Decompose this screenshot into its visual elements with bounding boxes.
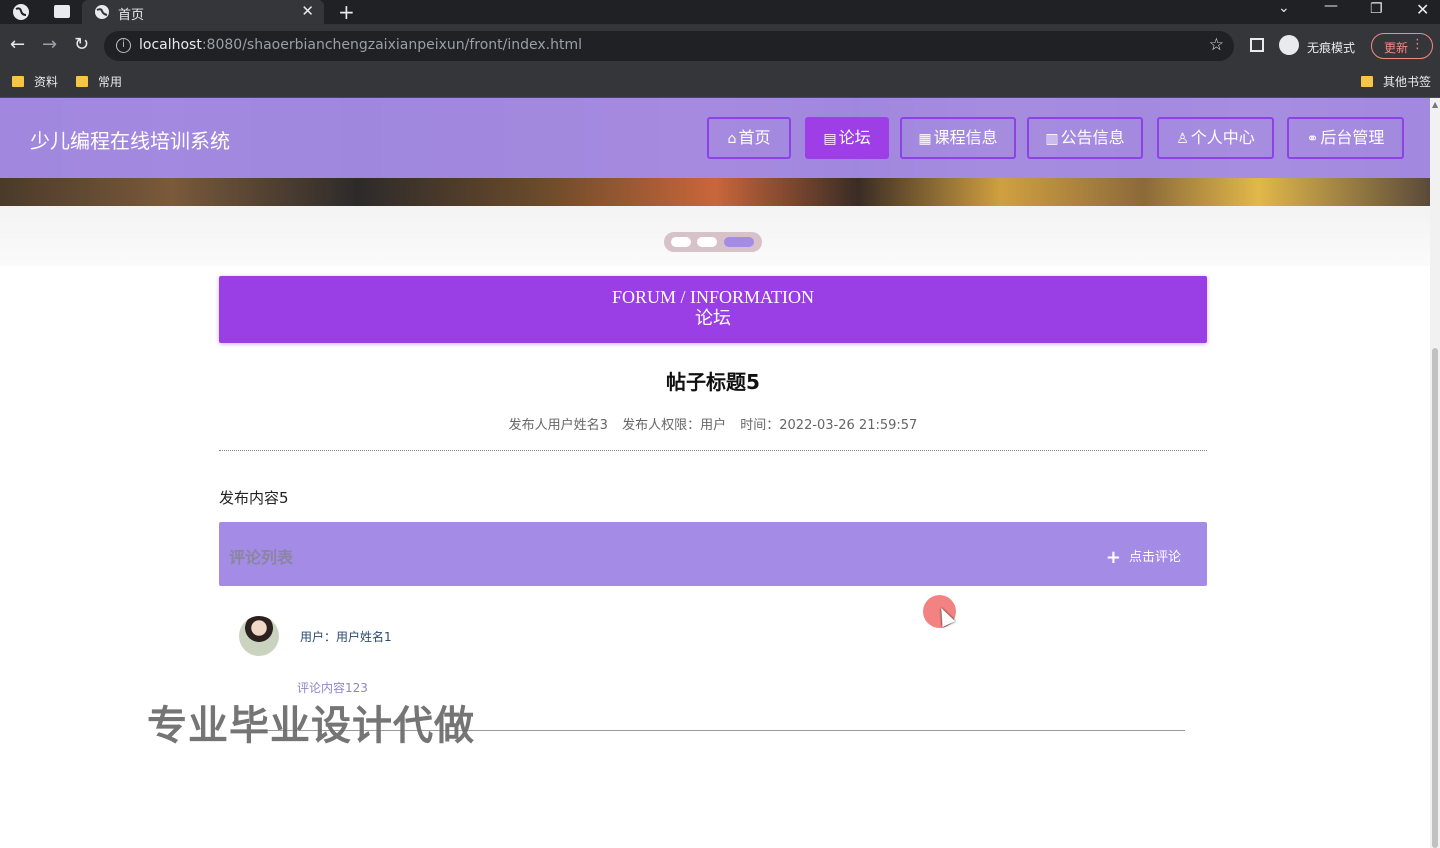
carousel-dot-1[interactable] xyxy=(671,237,691,247)
post-content: 发布内容5 xyxy=(219,489,289,507)
url-text[interactable]: localhost:8080/shaoerbianchengzaixianpei… xyxy=(139,37,582,53)
nav-forum[interactable]: ▤ 论坛 xyxy=(805,117,889,159)
post-meta: 发布人用户姓名3 发布人权限：用户 时间：2022-03-26 21:59:57 xyxy=(219,414,1207,433)
scroll-up-icon: ▲ xyxy=(1432,100,1439,109)
post-role: 发布人权限：用户 xyxy=(622,418,727,433)
minimize-icon[interactable]: — xyxy=(1324,0,1338,14)
scrollbar-thumb[interactable] xyxy=(1432,348,1438,848)
bookmarks-bar: 资料 常用 其他书签 xyxy=(0,66,1440,98)
reload-icon[interactable]: ↻ xyxy=(74,34,89,55)
carousel-dot-3[interactable] xyxy=(724,237,754,247)
other-bookmarks[interactable]: 其他书签 xyxy=(1361,73,1431,90)
post-time: 时间：2022-03-26 21:59:57 xyxy=(740,418,918,433)
tab-title: 首页 xyxy=(118,8,145,23)
incognito-icon[interactable] xyxy=(1279,35,1299,55)
tab-search-icon[interactable] xyxy=(54,5,70,18)
divider xyxy=(219,450,1207,451)
avatar xyxy=(239,616,279,656)
nav-home[interactable]: ⌂ 首页 xyxy=(707,117,791,159)
browser-tab-home[interactable]: 首页 ✕ xyxy=(82,0,324,24)
folder-icon xyxy=(1361,76,1373,87)
comment-list-title: 评论列表 xyxy=(229,548,294,567)
bookmark-folder-1[interactable]: 资料 xyxy=(12,73,58,90)
tab-list-chevron-icon[interactable]: ⌄ xyxy=(1278,0,1290,16)
globe-icon[interactable] xyxy=(12,3,30,21)
nav-personal-center[interactable]: ♙ 个人中心 xyxy=(1157,117,1274,159)
bookmark-star-icon[interactable]: ☆ xyxy=(1209,35,1224,55)
section-title-en: FORUM / INFORMATION xyxy=(611,287,815,307)
section-title-banner: FORUM / INFORMATION 论坛 xyxy=(219,276,1207,343)
grid-icon: ▦ xyxy=(918,131,932,147)
folder-icon xyxy=(76,76,88,87)
post-author: 发布人用户姓名3 xyxy=(508,418,608,433)
menu-kebab-icon: ⋮ xyxy=(1411,37,1424,52)
browser-tab-strip: 首页 ✕ + ⌄ — ❐ ✕ xyxy=(0,0,1440,24)
nav-admin[interactable]: ⚭ 后台管理 xyxy=(1287,117,1404,159)
forward-icon[interactable]: → xyxy=(42,34,57,55)
address-toolbar: ← → ↻ i localhost:8080/shaoerbianchengza… xyxy=(0,24,1440,66)
address-bar[interactable]: i localhost:8080/shaoerbianchengzaixianp… xyxy=(104,31,1234,61)
layers-icon: ▤ xyxy=(823,131,837,147)
site-header: 少儿编程在线培训系统 ⌂ 首页 ▤ 论坛 ▦ 课程信息 ▥ 公告信息 ♙ 个人中心 ⚭ 后台… xyxy=(0,98,1430,178)
home-icon: ⌂ xyxy=(727,131,737,147)
incognito-label: 无痕模式 xyxy=(1307,41,1356,55)
carousel-dot-2[interactable] xyxy=(697,237,717,247)
add-comment-button[interactable]: + 点击评论 xyxy=(1106,546,1181,568)
post-title: 帖子标题5 xyxy=(666,370,760,394)
site-info-icon[interactable]: i xyxy=(116,38,131,53)
side-panel-icon[interactable] xyxy=(1250,38,1264,52)
restore-icon[interactable]: ❐ xyxy=(1370,1,1383,17)
user-icon: ♙ xyxy=(1176,131,1189,147)
favicon-globe-icon xyxy=(95,5,109,19)
back-icon[interactable]: ← xyxy=(10,34,25,55)
link-icon: ⚭ xyxy=(1306,131,1319,147)
update-button[interactable]: 更新 ⋮ xyxy=(1371,33,1433,59)
nav-announcements[interactable]: ▥ 公告信息 xyxy=(1027,117,1143,159)
comment-user: 用户：用户姓名1 xyxy=(300,630,392,644)
watermark-text: 专业毕业设计代做 xyxy=(147,703,475,749)
folder-icon xyxy=(12,76,24,87)
site-logo[interactable]: 少儿编程在线培训系统 xyxy=(30,125,230,154)
bookmark-folder-2[interactable]: 常用 xyxy=(76,73,122,90)
nav-courses[interactable]: ▦ 课程信息 xyxy=(900,117,1016,159)
comment-list-header: 评论列表 + 点击评论 xyxy=(219,522,1207,586)
new-tab-button[interactable]: + xyxy=(338,0,355,24)
close-tab-icon[interactable]: ✕ xyxy=(301,2,314,20)
plus-icon: + xyxy=(1105,547,1121,568)
page-viewport: 少儿编程在线培训系统 ⌂ 首页 ▤ 论坛 ▦ 课程信息 ▥ 公告信息 ♙ 个人中心 ⚭ 后台… xyxy=(0,98,1430,848)
close-window-icon[interactable]: ✕ xyxy=(1416,0,1429,19)
page-scrollbar[interactable]: ▲ xyxy=(1430,98,1440,848)
section-title-cn: 论坛 xyxy=(695,308,731,329)
carousel-indicator xyxy=(664,232,762,252)
notice-icon: ▥ xyxy=(1045,131,1059,147)
